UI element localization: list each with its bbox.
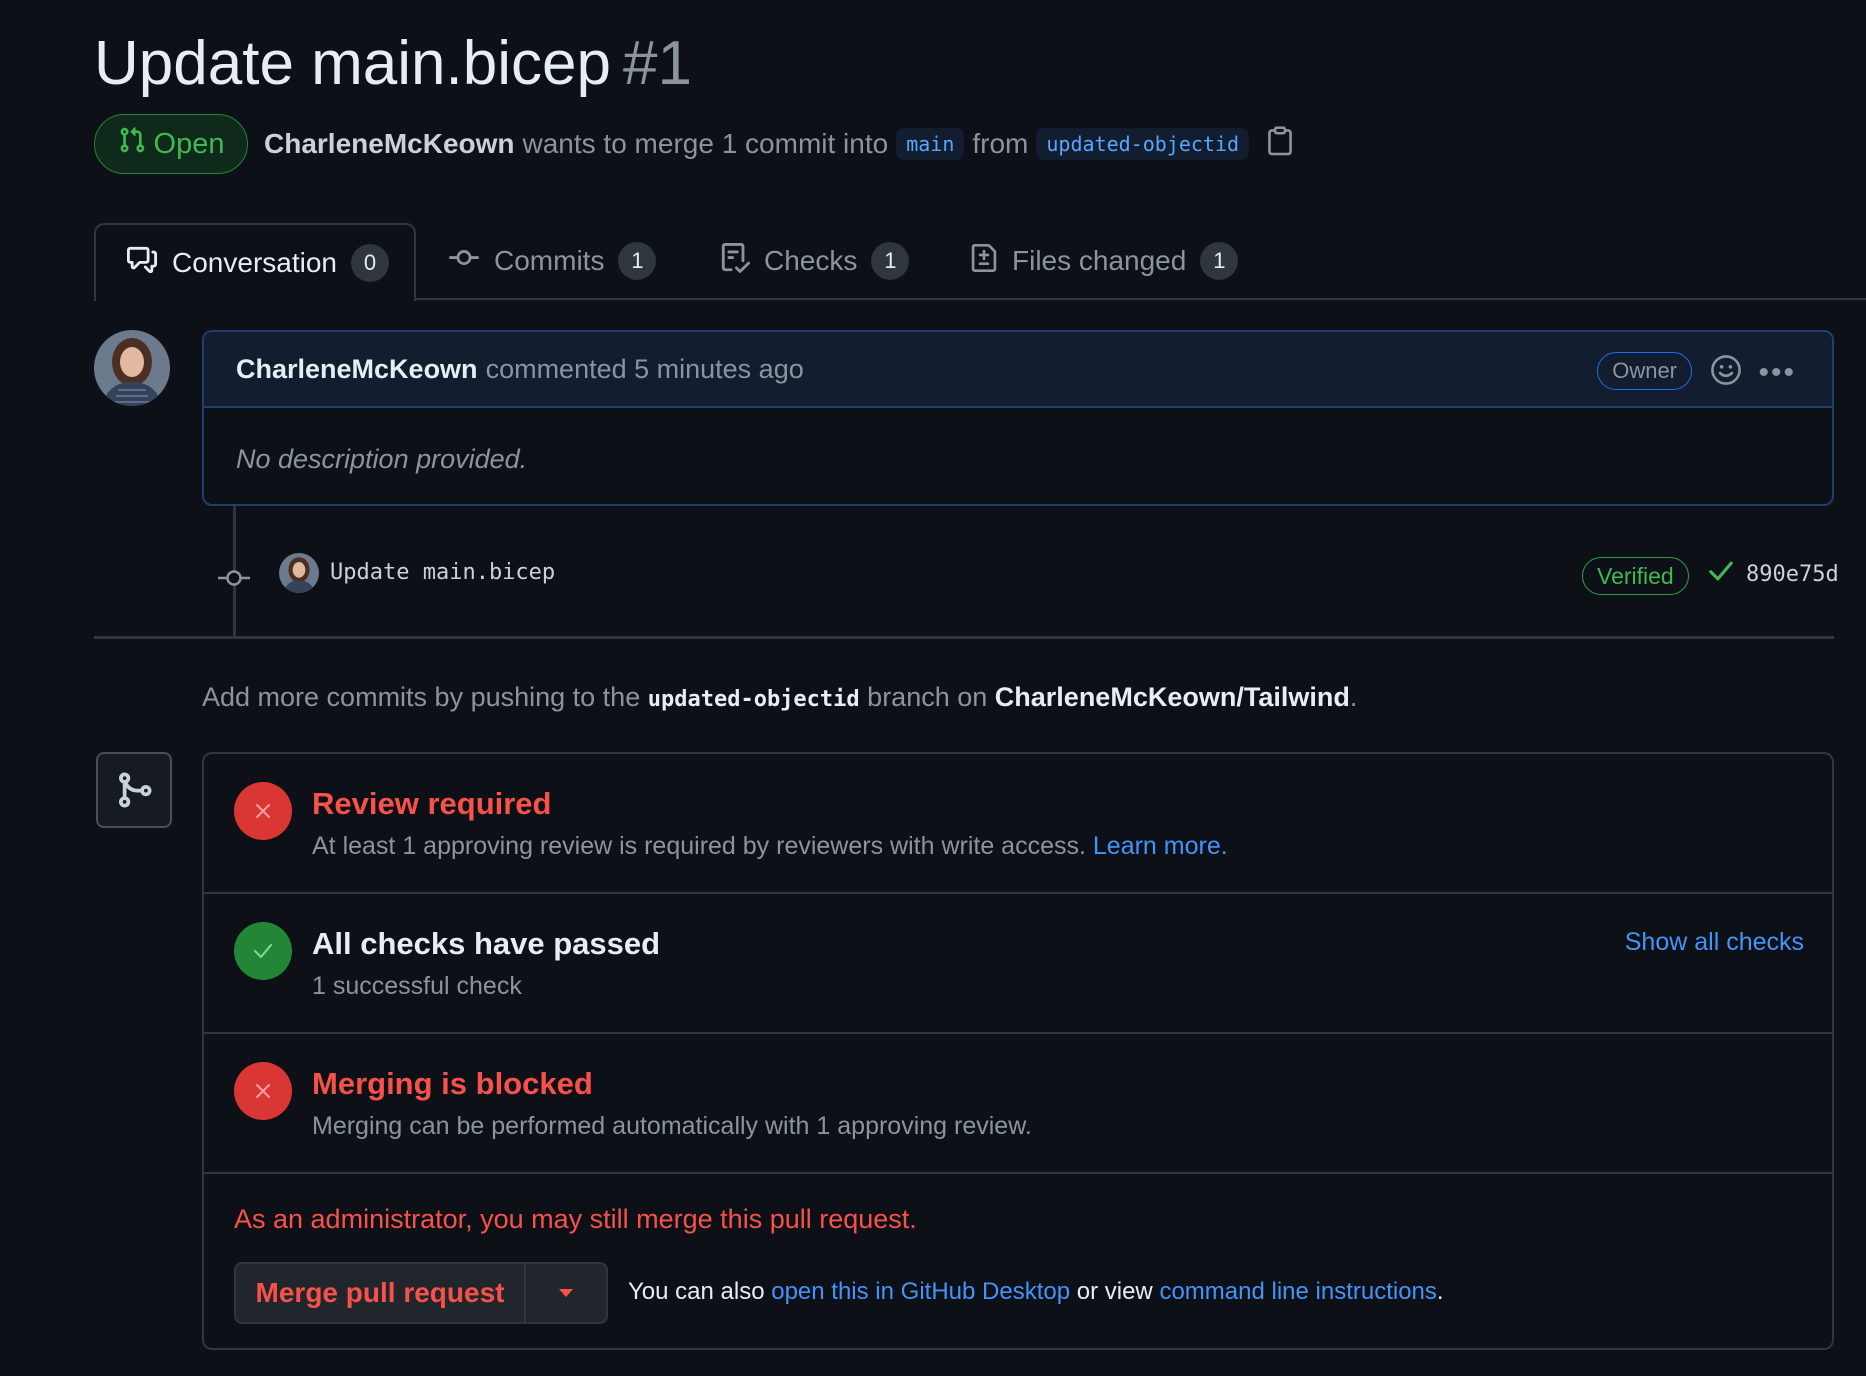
commit-icon: [448, 243, 480, 280]
tab-commits-count: 1: [618, 242, 657, 280]
pr-title-row: Update main.bicep #1: [94, 28, 692, 100]
tab-conversation-label: Conversation: [172, 247, 337, 278]
merging-blocked-section: Merging is blocked Merging can be perfor…: [204, 1032, 1832, 1174]
checks-text: 1 successful check: [312, 972, 522, 1000]
tab-checks[interactable]: Checks 1: [720, 223, 910, 299]
admin-merge-note: As an administrator, you may still merge…: [234, 1204, 917, 1234]
show-all-checks-link[interactable]: Show all checks: [1625, 928, 1804, 957]
commit-author-avatar[interactable]: [279, 553, 319, 593]
push-hint: Add more commits by pushing to the updat…: [202, 682, 1357, 713]
merge-box: Review required At least 1 approving rev…: [202, 752, 1834, 1350]
comment-body: No description provided.: [236, 444, 528, 474]
github-desktop-link[interactable]: open this in GitHub Desktop: [771, 1278, 1070, 1305]
push-hint-middle: branch on: [867, 682, 988, 712]
command-line-instructions-link[interactable]: command line instructions: [1159, 1278, 1436, 1305]
tab-conversation[interactable]: Conversation 0: [94, 223, 416, 301]
copy-icon[interactable]: [1267, 125, 1293, 163]
timeline-divider: [94, 636, 1834, 639]
pr-meta: CharleneMcKeown wants to merge 1 commit …: [264, 122, 1293, 166]
tab-conversation-count: 0: [350, 244, 389, 282]
merge-button-label[interactable]: Merge pull request: [236, 1264, 524, 1322]
merge-pull-request-button[interactable]: Merge pull request: [234, 1262, 608, 1324]
file-diff-icon: [970, 242, 998, 281]
comment-header: CharleneMcKeown commented 5 minutes ago …: [204, 332, 1832, 408]
head-branch[interactable]: updated-objectid: [1036, 128, 1250, 160]
checks-section: All checks have passed 1 successful chec…: [204, 892, 1832, 1034]
tab-checks-count: 1: [871, 242, 910, 280]
kebab-horizontal-icon[interactable]: •••: [1758, 356, 1796, 390]
push-hint-prefix: Add more commits by pushing to the: [202, 682, 641, 712]
review-required-section: Review required At least 1 approving rev…: [204, 754, 1832, 894]
commit-sha-link[interactable]: 890e75d: [1746, 562, 1839, 587]
from-text: from: [972, 128, 1029, 159]
pr-title: Update main.bicep: [94, 29, 611, 98]
merging-blocked-title: Merging is blocked: [312, 1066, 593, 1101]
alt-middle: or view: [1076, 1278, 1153, 1305]
review-required-text: At least 1 approving review is required …: [312, 832, 1228, 861]
owner-badge: Owner: [1597, 352, 1692, 390]
tab-files-changed-label: Files changed: [1012, 245, 1187, 276]
checks-title: All checks have passed: [312, 926, 661, 961]
pr-state-label: Open: [153, 127, 225, 160]
check-icon[interactable]: [1708, 560, 1734, 588]
push-hint-branch: updated-objectid: [647, 687, 860, 712]
tab-files-changed[interactable]: Files changed 1: [970, 223, 1239, 299]
pr-state-badge: Open: [94, 114, 248, 174]
review-required-desc: At least 1 approving review is required …: [312, 832, 1086, 860]
pull-request-icon: [118, 125, 146, 163]
smiley-icon[interactable]: [1710, 354, 1742, 393]
pr-author-link[interactable]: CharleneMcKeown: [264, 128, 515, 160]
alternative-merge-text: You can also open this in GitHub Desktop…: [628, 1278, 1444, 1306]
merging-blocked-text: Merging can be performed automatically w…: [312, 1112, 1032, 1140]
commit-node-icon: [218, 564, 250, 597]
commit-message-link[interactable]: Update main.bicep: [330, 560, 555, 585]
triangle-down-icon[interactable]: [524, 1264, 606, 1322]
push-hint-suffix: .: [1349, 682, 1358, 712]
base-branch[interactable]: main: [896, 128, 965, 160]
tab-files-changed-count: 1: [1200, 242, 1239, 280]
x-circle-icon: [234, 1062, 292, 1120]
tab-commits-label: Commits: [494, 245, 605, 276]
git-merge-icon: [96, 752, 172, 828]
comment-timestamp[interactable]: commented 5 minutes ago: [486, 354, 804, 385]
alt-prefix: You can also: [628, 1278, 765, 1305]
commit-status: 890e75d: [1708, 560, 1839, 588]
comment-author[interactable]: CharleneMcKeown: [236, 354, 478, 385]
checklist-icon: [720, 242, 751, 281]
verified-badge[interactable]: Verified: [1582, 557, 1689, 595]
alt-suffix: .: [1436, 1278, 1444, 1305]
learn-more-link[interactable]: Learn more.: [1093, 832, 1228, 860]
pr-number: #1: [622, 29, 692, 98]
review-required-title: Review required: [312, 786, 552, 821]
comment-card: CharleneMcKeown commented 5 minutes ago …: [202, 330, 1834, 506]
comment-discussion-icon: [126, 245, 158, 282]
check-circle-icon: [234, 922, 292, 980]
tab-checks-label: Checks: [764, 245, 858, 276]
pr-merge-text: wants to merge 1 commit into: [522, 128, 889, 159]
tab-commits[interactable]: Commits 1: [448, 223, 657, 299]
avatar[interactable]: [94, 330, 170, 406]
x-circle-icon: [234, 782, 292, 840]
push-hint-repo[interactable]: CharleneMcKeown/Tailwind: [995, 682, 1350, 712]
